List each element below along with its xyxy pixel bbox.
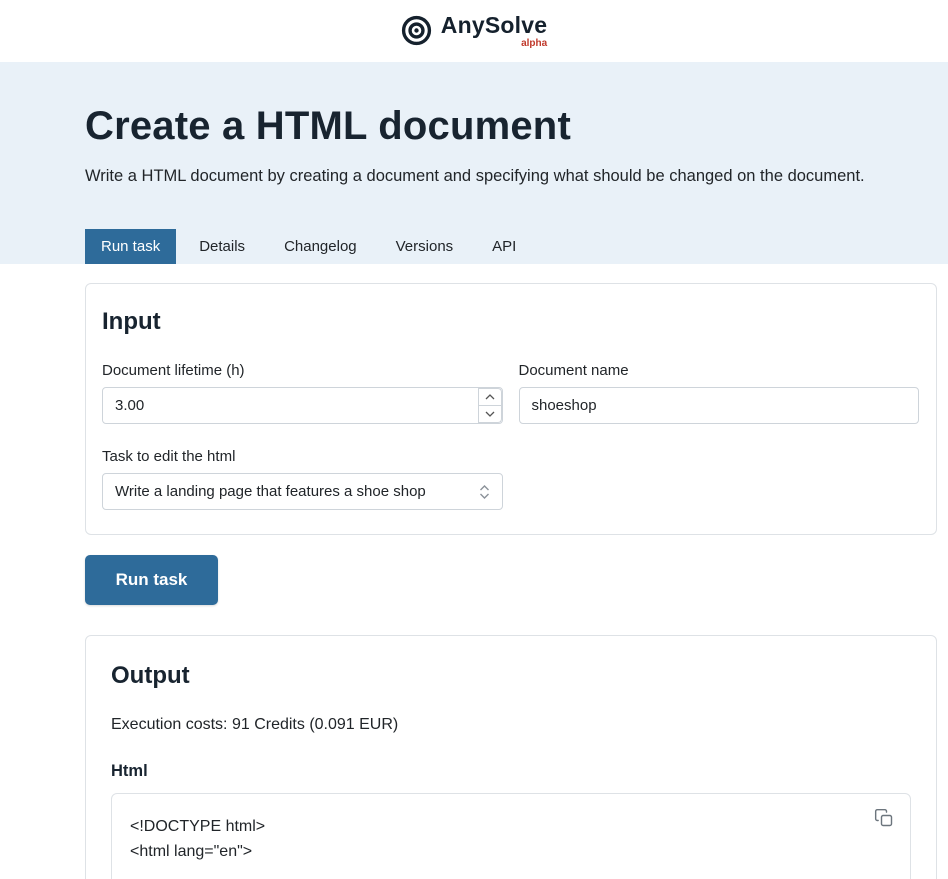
input-form: Document lifetime (h) 3.00 Document name… bbox=[102, 362, 919, 510]
task-select[interactable]: Write a landing page that features a sho… bbox=[102, 473, 503, 510]
spin-down-button[interactable] bbox=[477, 406, 502, 423]
document-lifetime-input[interactable] bbox=[103, 388, 502, 423]
hero-section: Create a HTML document Write a HTML docu… bbox=[0, 62, 948, 264]
input-card: Input Document lifetime (h) 3.00 Documen… bbox=[85, 283, 937, 535]
tab-changelog[interactable]: Changelog bbox=[268, 229, 373, 264]
tab-versions[interactable]: Versions bbox=[380, 229, 470, 264]
code-line: <html lang="en"> bbox=[130, 843, 253, 860]
output-card: Output Execution costs: 91 Credits (0.09… bbox=[85, 635, 937, 879]
document-name-input[interactable] bbox=[518, 387, 919, 424]
field-document-lifetime: Document lifetime (h) bbox=[102, 362, 503, 424]
code-line: <!DOCTYPE html> bbox=[130, 818, 266, 835]
input-card-title: Input bbox=[102, 308, 161, 335]
app-header: AnySolve alpha bbox=[0, 0, 948, 62]
tab-api[interactable]: API bbox=[476, 229, 532, 264]
chevron-up-icon bbox=[485, 394, 494, 400]
page-subtitle: Write a HTML document by creating a docu… bbox=[85, 167, 865, 185]
html-output-label: Html bbox=[111, 762, 148, 780]
tab-details[interactable]: Details bbox=[183, 229, 261, 264]
tab-bar: Run task Details Changelog Versions API bbox=[85, 229, 948, 264]
output-card-title: Output bbox=[111, 662, 190, 689]
anysolve-logo-icon bbox=[401, 15, 432, 46]
brand[interactable]: AnySolve alpha bbox=[401, 13, 547, 48]
brand-text-wrap: AnySolve alpha bbox=[441, 13, 547, 48]
page-title: Create a HTML document bbox=[85, 104, 571, 148]
task-label: Task to edit the html bbox=[102, 448, 236, 465]
chevron-down-icon bbox=[485, 411, 494, 417]
task-select-value: Write a landing page that features a sho… bbox=[115, 483, 426, 500]
copy-button[interactable] bbox=[872, 806, 896, 833]
number-spinner bbox=[477, 388, 502, 423]
document-lifetime-label: Document lifetime (h) bbox=[102, 362, 245, 379]
run-task-button[interactable]: Run task bbox=[85, 555, 218, 605]
tab-run-task[interactable]: Run task bbox=[85, 229, 177, 264]
alpha-badge: alpha bbox=[521, 37, 548, 49]
field-task: Task to edit the html Write a landing pa… bbox=[102, 448, 503, 510]
html-output-box: <!DOCTYPE html> <html lang="en"> bbox=[111, 793, 911, 879]
chevron-up-down-icon bbox=[479, 484, 489, 499]
document-lifetime-number-wrap bbox=[102, 387, 503, 424]
document-name-label: Document name bbox=[518, 362, 629, 379]
spin-up-button[interactable] bbox=[477, 388, 502, 406]
execution-costs: Execution costs: 91 Credits (0.091 EUR) bbox=[111, 716, 399, 733]
brand-name: AnySolve bbox=[440, 12, 548, 39]
field-document-name: Document name bbox=[518, 362, 919, 424]
copy-icon bbox=[874, 808, 893, 827]
